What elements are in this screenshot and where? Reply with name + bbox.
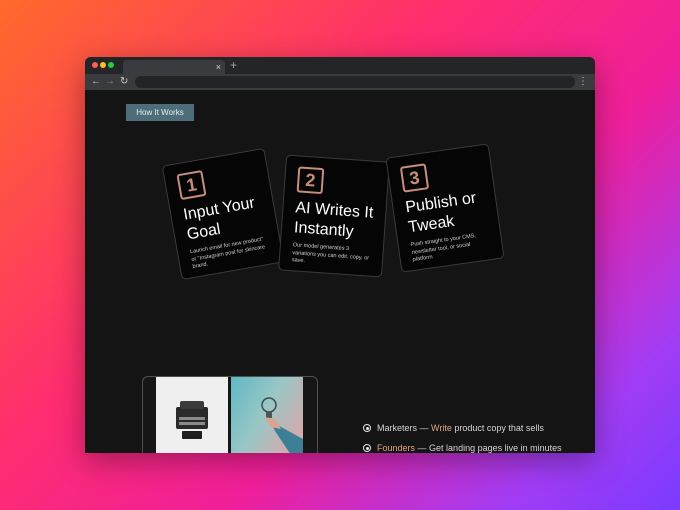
browser-menu-icon[interactable]: ⋮ <box>578 74 588 90</box>
tab-strip: × + <box>85 57 595 74</box>
how-it-works-button[interactable]: How It Works <box>126 104 194 121</box>
address-bar[interactable] <box>135 76 575 88</box>
step-description: Our model generates 3 variations you can… <box>291 242 370 265</box>
audience-action: Write <box>431 423 452 433</box>
browser-window: × + ← → ↻ ⋮ How It Works 1 Input Your Go… <box>85 57 595 453</box>
audience-item-marketers: Marketers — Write product copy that sell… <box>363 422 544 434</box>
minimize-window-button[interactable] <box>100 62 106 68</box>
new-tab-icon[interactable]: + <box>230 58 237 73</box>
step-card-2: 2 AI Writes It Instantly Our model gener… <box>278 154 390 278</box>
browser-tab[interactable]: × <box>123 60 225 74</box>
reload-icon[interactable]: ↻ <box>120 74 128 90</box>
audience-rest: product copy that sells <box>451 423 544 433</box>
audience-rest: Get landing pages live in minutes <box>429 443 562 453</box>
step-title: AI Writes It Instantly <box>293 199 374 241</box>
image-gallery <box>142 376 318 453</box>
forward-arrow-icon[interactable]: → <box>105 74 115 90</box>
audience-item-founders: Founders — Get landing pages live in min… <box>363 442 562 453</box>
maximize-window-button[interactable] <box>108 62 114 68</box>
audience-separator: — <box>417 423 432 433</box>
audience-separator: — <box>415 443 430 453</box>
step-number-badge: 2 <box>296 166 325 195</box>
close-window-button[interactable] <box>92 62 98 68</box>
step-number-badge: 1 <box>176 169 207 201</box>
back-arrow-icon[interactable]: ← <box>91 74 101 90</box>
browser-toolbar: ← → ↻ ⋮ <box>85 74 595 90</box>
radio-bullet-icon <box>363 444 371 452</box>
audience-who: Founders <box>377 443 416 453</box>
typewriter-image <box>156 377 228 453</box>
step-card-1: 1 Input Your Goal Launch email for new p… <box>161 147 285 281</box>
tab-close-icon[interactable]: × <box>216 60 221 74</box>
step-number-badge: 3 <box>399 163 430 193</box>
lightbulb-image <box>231 377 303 453</box>
step-title: Publish or Tweak <box>404 189 478 237</box>
step-card-3: 3 Publish or Tweak Push straight to your… <box>385 143 505 273</box>
audience-who: Marketers <box>377 423 418 433</box>
radio-bullet-icon <box>363 424 371 432</box>
